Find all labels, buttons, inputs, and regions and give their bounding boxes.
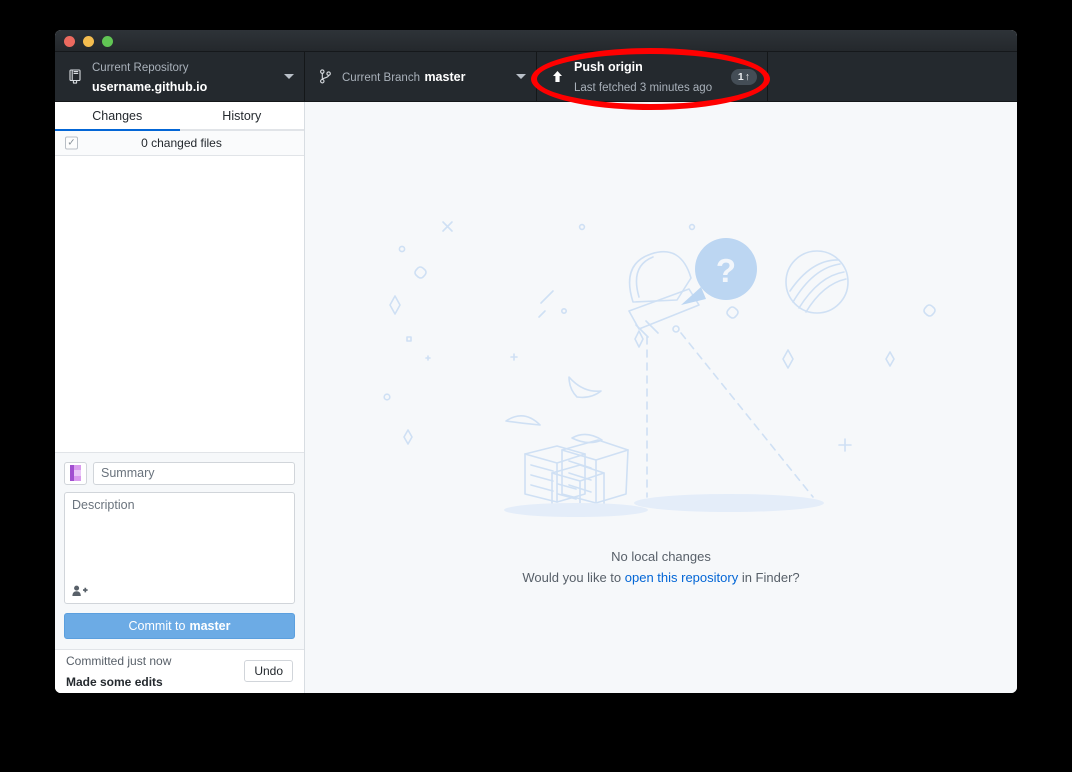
check-glyph: ✓ bbox=[67, 138, 75, 148]
sidebar-tabbar: Changes History bbox=[55, 102, 304, 131]
commit-description-box bbox=[64, 492, 295, 604]
changes-sidebar: Changes History ✓ 0 changed files bbox=[55, 102, 305, 693]
commit-summary-input[interactable] bbox=[93, 462, 295, 485]
undo-text-block: Committed just now Made some edits bbox=[66, 650, 244, 693]
app-toolbar: Current Repository username.github.io Cu… bbox=[55, 52, 1017, 102]
tab-changes-label: Changes bbox=[92, 109, 142, 123]
changed-files-count: 0 changed files bbox=[55, 136, 304, 150]
no-local-changes-illustration: ? bbox=[381, 207, 941, 537]
undo-commit-bar: Committed just now Made some edits Undo bbox=[55, 649, 304, 693]
select-all-checkbox[interactable]: ✓ bbox=[65, 137, 78, 150]
add-coauthor-icon[interactable] bbox=[71, 584, 89, 598]
ahead-count: 1 bbox=[738, 71, 744, 83]
push-origin-button[interactable]: Push origin Last fetched 3 minutes ago 1… bbox=[537, 52, 768, 101]
close-window-button[interactable] bbox=[64, 36, 75, 47]
current-repository-label: Current Repository bbox=[92, 62, 189, 74]
undo-button[interactable]: Undo bbox=[244, 660, 293, 682]
prompt-prefix: Would you like to bbox=[522, 570, 624, 585]
prompt-suffix: in Finder? bbox=[738, 570, 799, 585]
current-branch-label: Current Branch bbox=[342, 72, 420, 84]
push-origin-status: Last fetched 3 minutes ago bbox=[574, 82, 712, 94]
tab-history[interactable]: History bbox=[180, 102, 305, 131]
open-repository-prompt: Would you like to open this repository i… bbox=[522, 568, 799, 588]
git-branch-icon bbox=[315, 69, 335, 84]
commit-summary-row bbox=[64, 462, 295, 485]
svg-text:?: ? bbox=[716, 252, 736, 289]
tab-history-label: History bbox=[222, 109, 261, 123]
commit-description-input[interactable] bbox=[65, 493, 294, 585]
current-branch-button[interactable]: Current Branch master bbox=[305, 52, 537, 101]
tab-changes[interactable]: Changes bbox=[55, 102, 180, 131]
commit-form: Commit to master bbox=[55, 453, 304, 649]
empty-state-text: No local changes Would you like to open … bbox=[522, 547, 799, 587]
changed-files-list[interactable] bbox=[55, 156, 304, 453]
arrow-up-icon bbox=[547, 70, 567, 84]
commit-status-text: Committed just now bbox=[66, 654, 171, 668]
app-window: Current Repository username.github.io Cu… bbox=[55, 30, 1017, 693]
commit-message-text: Made some edits bbox=[66, 675, 163, 689]
repo-icon bbox=[65, 69, 85, 84]
changed-files-header: ✓ 0 changed files bbox=[55, 131, 304, 156]
push-origin-label: Push origin bbox=[574, 60, 643, 74]
ahead-arrow-icon: ↑ bbox=[745, 71, 750, 83]
ahead-count-badge: 1↑ bbox=[731, 69, 757, 85]
maximize-window-button[interactable] bbox=[102, 36, 113, 47]
main-content-panel: ? No local changes Would you like to ope… bbox=[305, 102, 1017, 693]
commit-to-branch-button[interactable]: Commit to master bbox=[64, 613, 295, 639]
no-local-changes-title: No local changes bbox=[522, 547, 799, 567]
chevron-down-icon bbox=[516, 74, 526, 79]
current-repository-value: username.github.io bbox=[92, 80, 207, 94]
avatar bbox=[64, 462, 87, 485]
commit-button-prefix: Commit to bbox=[129, 619, 186, 633]
chevron-down-icon bbox=[284, 74, 294, 79]
commit-button-branch: master bbox=[189, 619, 230, 633]
minimize-window-button[interactable] bbox=[83, 36, 94, 47]
window-titlebar bbox=[55, 30, 1017, 52]
current-repository-button[interactable]: Current Repository username.github.io bbox=[55, 52, 305, 101]
current-branch-value: master bbox=[424, 70, 465, 84]
toolbar-empty-area bbox=[768, 52, 1017, 101]
open-this-repository-link[interactable]: open this repository bbox=[625, 570, 738, 585]
